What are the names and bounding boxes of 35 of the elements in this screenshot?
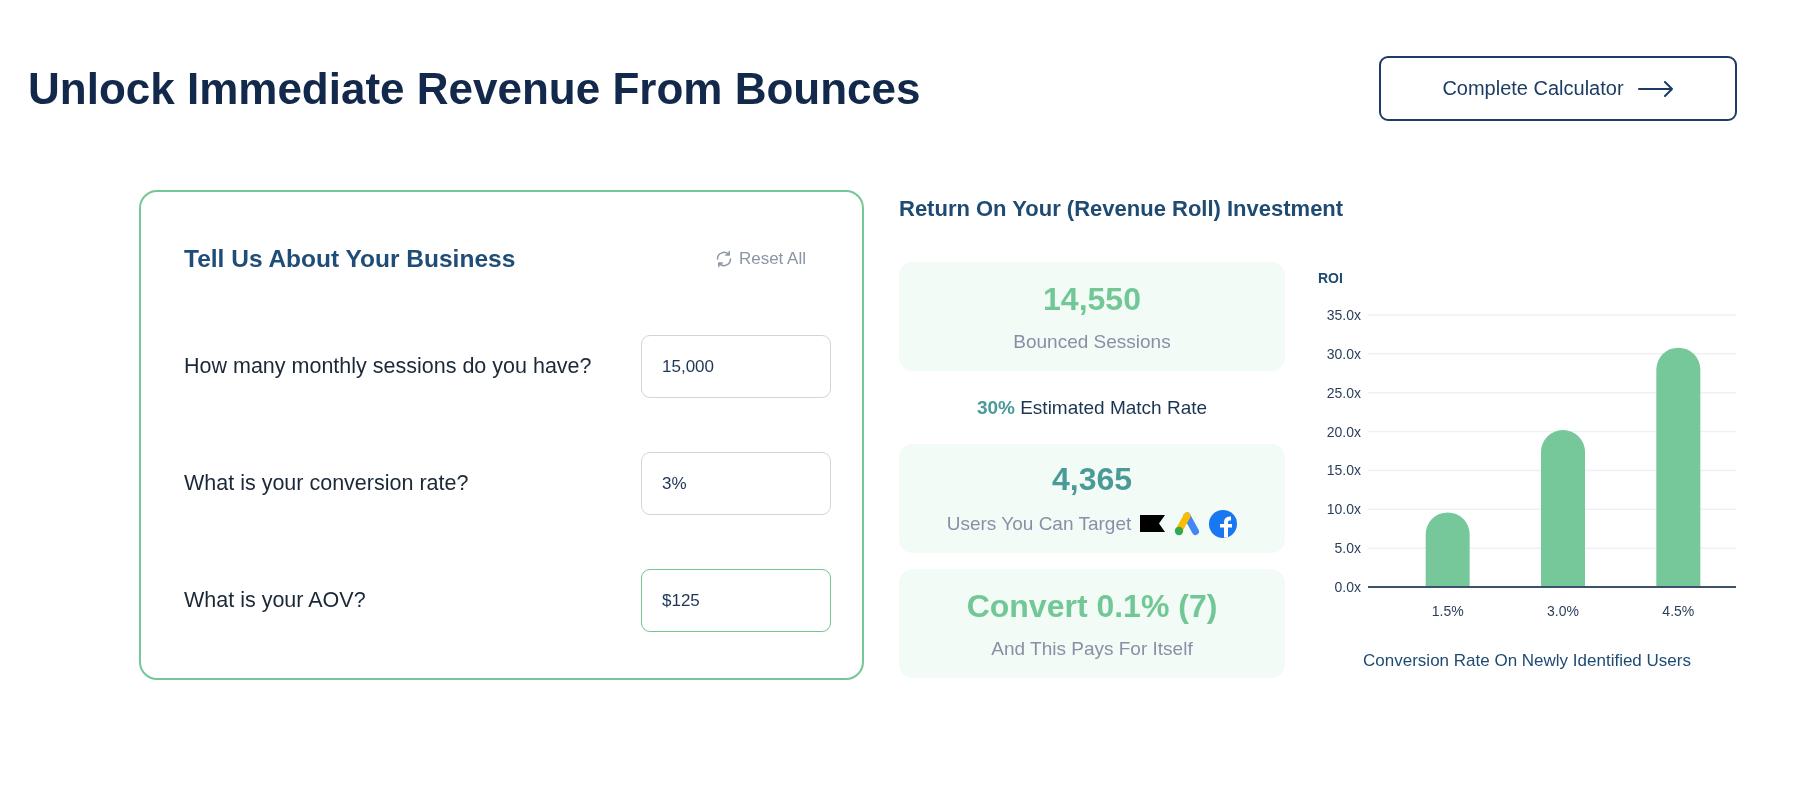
stat-caption: Users You Can Target [946,511,1132,536]
f-logo-icon [1209,509,1238,538]
flag-icon [1140,515,1166,532]
y-tick-label: 10.0x [1326,501,1361,518]
input-field[interactable]: 15,000 [641,335,831,398]
input-field[interactable]: $125 [641,569,831,632]
y-tick-label: 5.0x [1334,540,1361,557]
section-title: Return On Your (Revenue Roll) Investment [899,195,1345,223]
page-title: Unlock Immediate Revenue From Bounces [28,62,921,115]
match-rate-text: 30% Estimated Match Rate [976,396,1208,419]
question-label: What is your conversion rate? [184,471,469,496]
stat-caption: And This Pays For Itself [991,636,1193,661]
triangle-logo-icon [1174,511,1201,536]
stat-value: Convert 0.1% (7) [966,586,1218,625]
y-axis-title: ROI [1318,270,1343,286]
y-tick-label: 35.0x [1326,307,1361,323]
x-tick-label: 3.0% [1547,603,1579,619]
y-tick-label: 15.0x [1326,462,1361,479]
arrow-right-icon [1637,80,1674,97]
x-tick-label: 4.5% [1662,603,1695,619]
question-label: What is your AOV? [184,588,366,613]
card-title: Tell Us About Your Business [184,244,516,274]
stat-value: 14,550 [1043,279,1141,318]
stat-caption: Bounced Sessions [1013,329,1171,354]
x-tick-label: 1.5% [1431,603,1464,619]
complete-calculator-button[interactable]: Complete Calculator [1379,56,1737,121]
y-tick-label: 30.0x [1326,345,1361,362]
input-field[interactable]: 3% [641,452,831,515]
y-tick-label: 20.0x [1326,423,1361,440]
refresh-icon [714,250,733,268]
question-label: How many monthly sessions do you have? [184,354,592,379]
stat-value: 4,365 [1051,459,1133,498]
x-axis-title: Conversion Rate On Newly Identified Users [1363,651,1691,670]
y-tick-label: 0.0x [1334,579,1361,595]
y-tick-label: 25.0x [1326,384,1361,401]
